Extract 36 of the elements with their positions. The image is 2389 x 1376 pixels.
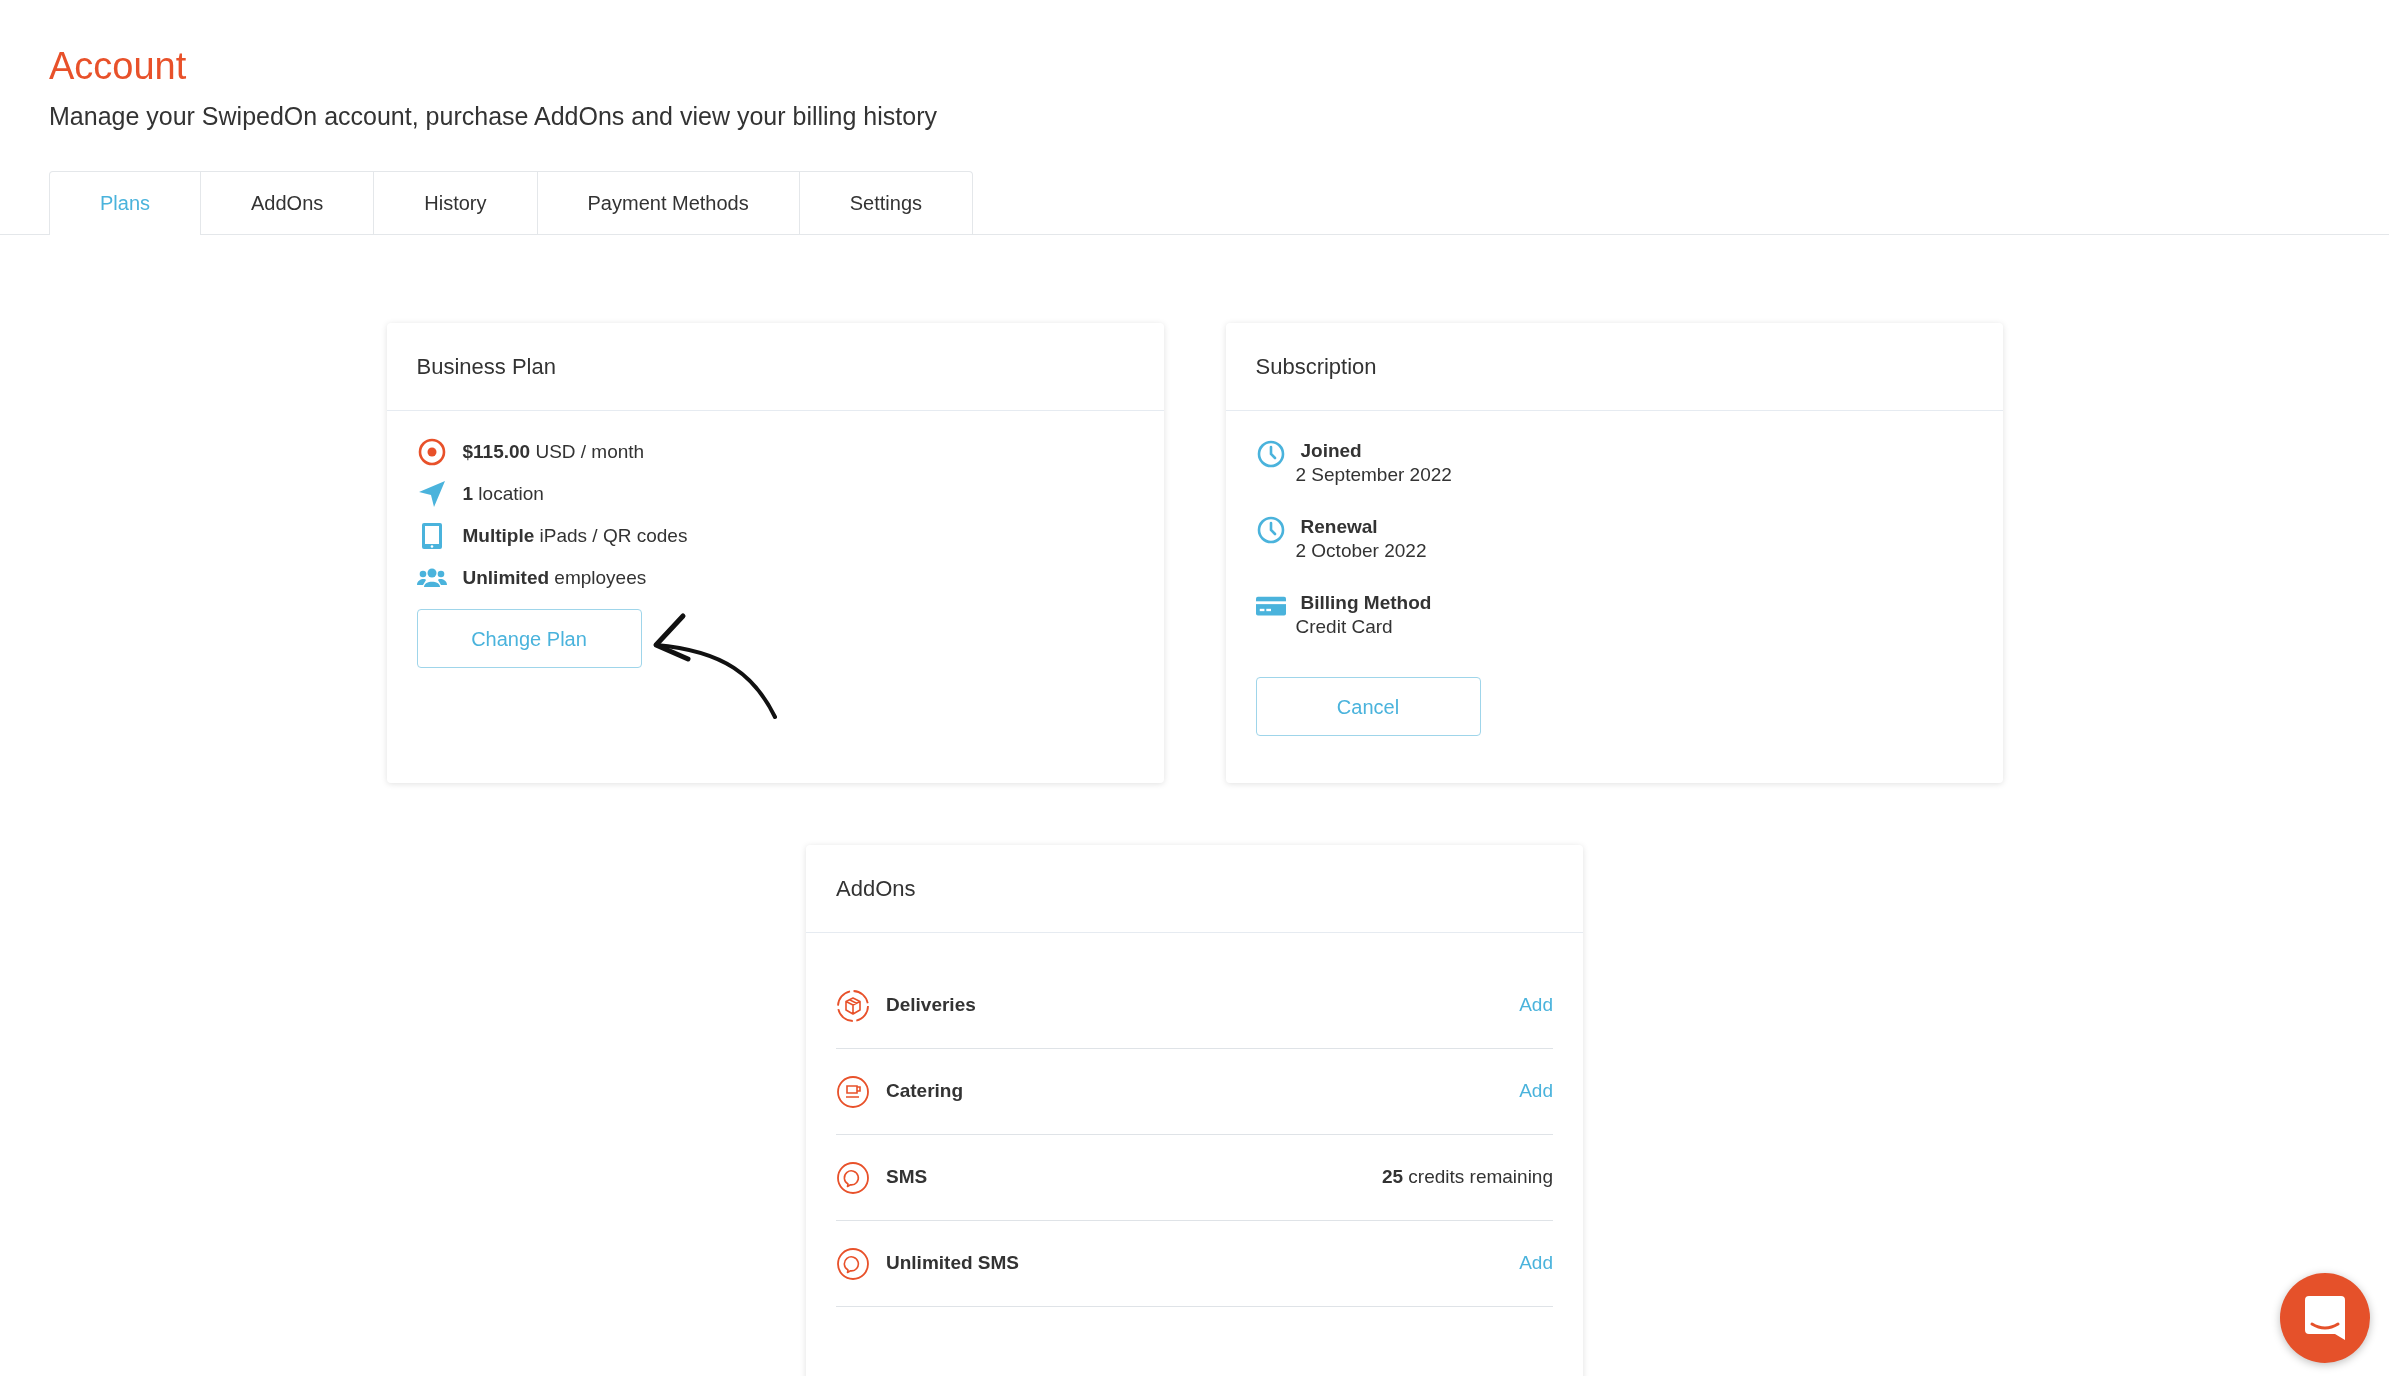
subscription-value: 2 October 2022	[1295, 539, 1427, 564]
clock-icon	[1255, 439, 1286, 470]
tab[interactable]: Plans	[49, 171, 202, 236]
add-link[interactable]: Add	[1519, 991, 1553, 1020]
addon-name: SMS	[886, 1165, 929, 1190]
page-subtitle: Manage your SwipedOn account, purchase AddOns and view your billing history	[49, 100, 938, 132]
subscription-value: 2 September 2022	[1295, 463, 1452, 488]
addon-name: Catering	[886, 1079, 965, 1104]
card-title: Subscription	[1225, 323, 2003, 412]
add-link[interactable]: Add	[1519, 1077, 1553, 1106]
subscription-label: Billing Method	[1299, 591, 1432, 616]
tab[interactable]: Settings	[798, 171, 973, 235]
speech-bubble-icon	[836, 1246, 870, 1281]
subscription-label: Renewal	[1299, 515, 1379, 540]
cancel-button[interactable]: Cancel	[1255, 677, 1481, 737]
plan-feature: $115.00 USD / month	[462, 439, 645, 464]
add-link[interactable]: Add	[1519, 1249, 1553, 1278]
card-title: AddOns	[806, 845, 1583, 934]
chat-bubble-icon	[2305, 1296, 2345, 1340]
card-title: Business Plan	[386, 323, 1164, 412]
package-icon	[836, 988, 870, 1023]
plan-feature: 1 location	[462, 481, 544, 506]
chat-button[interactable]	[2280, 1273, 2370, 1363]
change-plan-button[interactable]: Change Plan	[416, 609, 642, 669]
clock-icon	[1255, 515, 1286, 546]
cup-icon	[836, 1074, 870, 1109]
page-title: Account	[49, 44, 188, 89]
plan-feature: Multiple iPads / QR codes	[462, 523, 688, 548]
plan-feature: Unlimited employees	[462, 565, 647, 590]
speech-bubble-icon	[836, 1160, 870, 1195]
addon-name: Deliveries	[886, 993, 977, 1018]
target-icon	[416, 437, 447, 468]
subscription-label: Joined	[1299, 439, 1363, 464]
addon-status: 25 credits remaining	[1381, 1165, 1553, 1190]
subscription-value: Credit Card	[1295, 615, 1394, 640]
addon-name: Unlimited SMS	[886, 1251, 1020, 1276]
